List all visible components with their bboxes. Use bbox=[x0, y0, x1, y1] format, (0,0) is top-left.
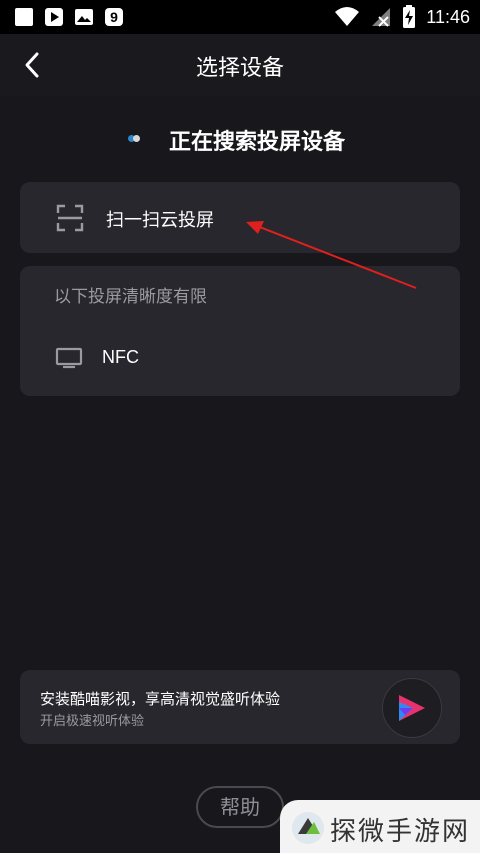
searching-status: 正在搜索投屏设备 bbox=[0, 122, 480, 156]
battery-charging-icon bbox=[403, 5, 416, 28]
scan-icon bbox=[56, 204, 84, 232]
kumiao-app-button[interactable] bbox=[382, 678, 442, 738]
promo-title: 安装酷喵影视，享高清视觉盛听体验 bbox=[40, 690, 281, 708]
help-button[interactable]: 帮助 bbox=[196, 786, 284, 828]
device-item-nfc[interactable]: NFC bbox=[102, 347, 139, 368]
no-signal-icon bbox=[372, 8, 391, 27]
square-notification-icon bbox=[15, 8, 33, 26]
title-bar: 选择设备 bbox=[0, 34, 480, 96]
watermark: 探微手游网 bbox=[280, 800, 480, 853]
promo-subtitle: 开启极速视听体验 bbox=[40, 714, 145, 729]
svg-text:9: 9 bbox=[110, 9, 118, 25]
searching-text: 正在搜索投屏设备 bbox=[169, 130, 346, 155]
annotation-arrow bbox=[246, 221, 417, 289]
watermark-logo-icon bbox=[292, 812, 324, 844]
install-app-banner[interactable]: 安装酷喵影视，享高清视觉盛听体验 开启极速视听体验 bbox=[20, 670, 460, 744]
nine-app-icon: 9 bbox=[105, 8, 123, 26]
wifi-icon bbox=[335, 7, 360, 26]
watermark-text: 探微手游网 bbox=[330, 817, 471, 847]
tv-icon bbox=[55, 347, 83, 369]
status-time: 11:46 bbox=[426, 6, 470, 27]
loading-dots-icon bbox=[128, 135, 140, 143]
scan-cloud-cast-label: 扫一扫云投屏 bbox=[106, 210, 214, 231]
image-icon bbox=[75, 9, 93, 25]
status-bar-right: 11:46 bbox=[334, 4, 470, 30]
kumiao-app-icon bbox=[399, 695, 425, 721]
loading-dot bbox=[133, 135, 140, 142]
status-bar-left-icons: 9 bbox=[14, 6, 124, 28]
status-bar: 9 11:46 bbox=[0, 0, 480, 34]
resolution-limited-notice: 以下投屏清晰度有限 bbox=[54, 287, 207, 307]
page-title: 选择设备 bbox=[195, 56, 284, 81]
play-store-icon bbox=[45, 8, 63, 26]
